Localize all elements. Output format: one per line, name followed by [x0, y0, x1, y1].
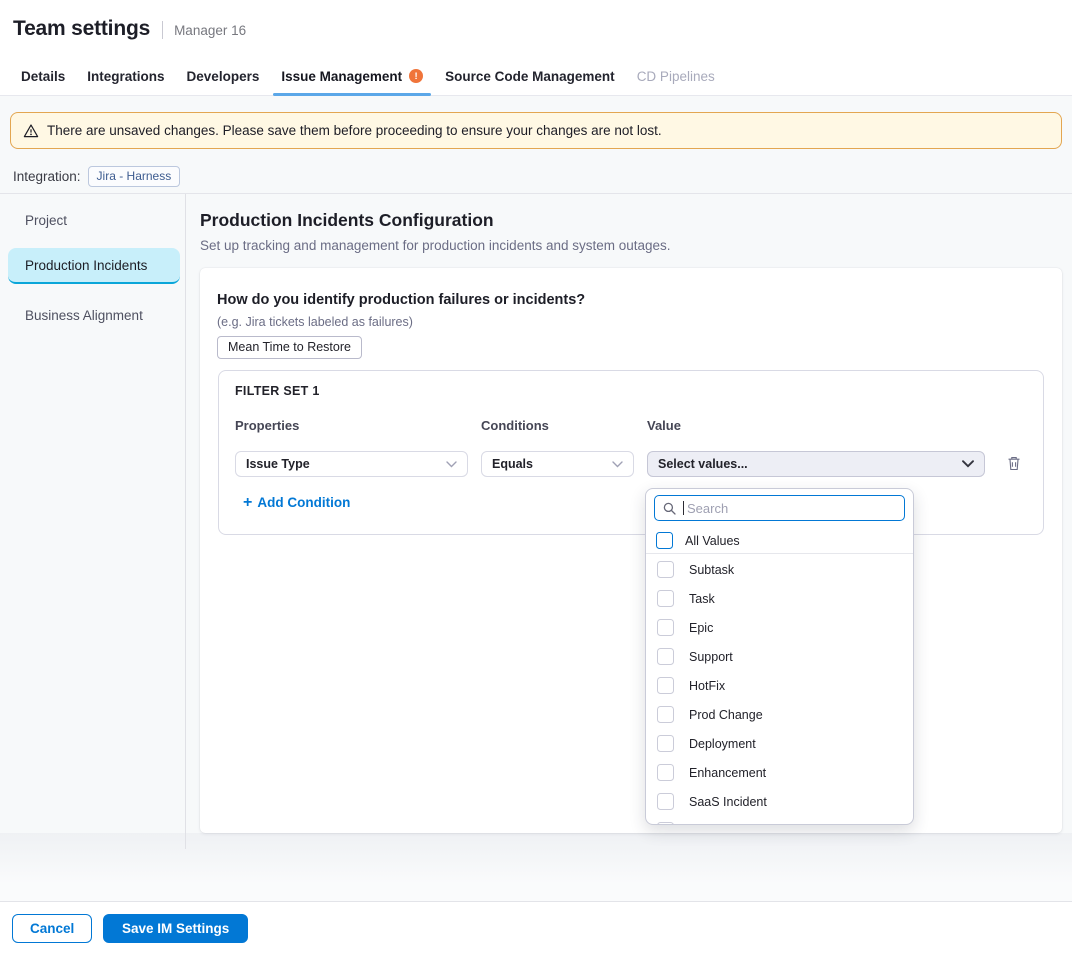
banner-message: There are unsaved changes. Please save t… [47, 123, 662, 138]
condition-select[interactable]: Equals [481, 451, 634, 477]
condition-select-value: Equals [492, 457, 533, 471]
option-label: Customer Notification [689, 824, 809, 826]
column-header-properties: Properties [235, 418, 299, 433]
sidebar-divider [185, 194, 186, 849]
section-divider [0, 193, 1072, 194]
page-title: Team settings [13, 17, 150, 41]
tab-label: CD Pipelines [637, 69, 715, 84]
question-heading: How do you identify production failures … [217, 292, 585, 308]
tab-cd-pipelines: CD Pipelines [629, 57, 723, 95]
option-enhancement[interactable]: Enhancement [646, 758, 913, 787]
chevron-down-icon [446, 461, 457, 468]
option-customer-notification[interactable]: Customer Notification [646, 816, 913, 825]
search-input[interactable]: Search [654, 495, 905, 521]
option-label: All Values [685, 534, 740, 548]
option-subtask[interactable]: Subtask [646, 555, 913, 584]
tab-issue-management[interactable]: Issue Management ! [273, 57, 431, 95]
checkbox-icon[interactable] [657, 561, 674, 578]
value-dropdown-popover: Search All Values Subtask Task Epic Supp… [645, 488, 914, 825]
checkbox-icon[interactable] [657, 590, 674, 607]
option-epic[interactable]: Epic [646, 613, 913, 642]
option-label: Prod Change [689, 708, 763, 722]
delete-filter-button[interactable] [1003, 452, 1025, 474]
checkbox-icon[interactable] [657, 619, 674, 636]
checkbox-icon[interactable] [656, 532, 673, 549]
bottom-scroll-shade [0, 833, 1072, 901]
text-cursor [683, 501, 684, 515]
page-header: Team settings Manager 16 [0, 0, 1072, 57]
column-header-value: Value [647, 418, 681, 433]
question-hint: (e.g. Jira tickets labeled as failures) [217, 315, 413, 329]
page-footer: Cancel Save IM Settings [0, 901, 1072, 956]
tab-details[interactable]: Details [13, 57, 73, 95]
filter-set-title: FILTER SET 1 [235, 384, 320, 398]
option-label: Epic [689, 621, 713, 635]
sidebar-item-business-alignment[interactable]: Business Alignment [8, 299, 180, 331]
tab-label: Details [21, 69, 65, 84]
property-select-value: Issue Type [246, 457, 310, 471]
option-label: HotFix [689, 679, 725, 693]
tab-source-code-management[interactable]: Source Code Management [437, 57, 623, 95]
option-label: Support [689, 650, 733, 664]
section-subtitle: Set up tracking and management for produ… [200, 238, 671, 253]
option-label: Subtask [689, 563, 734, 577]
option-all-values[interactable]: All Values [646, 526, 913, 555]
tab-label: Integrations [87, 69, 164, 84]
checkbox-icon[interactable] [657, 764, 674, 781]
option-deployment[interactable]: Deployment [646, 729, 913, 758]
option-label: Task [689, 592, 715, 606]
search-icon [663, 502, 676, 515]
title-divider [162, 21, 163, 39]
tab-integrations[interactable]: Integrations [79, 57, 172, 95]
save-im-settings-button[interactable]: Save IM Settings [103, 914, 248, 943]
option-label: SaaS Incident [689, 795, 767, 809]
checkbox-icon[interactable] [657, 706, 674, 723]
checkbox-icon[interactable] [657, 648, 674, 665]
metric-tag-mean-time-to-restore[interactable]: Mean Time to Restore [217, 336, 362, 359]
option-saas-incident[interactable]: SaaS Incident [646, 787, 913, 816]
integration-row: Integration: Jira - Harness [13, 165, 180, 187]
plus-icon: + [243, 496, 252, 509]
chevron-down-icon [612, 461, 623, 468]
dropdown-separator [646, 553, 913, 554]
tab-label: Source Code Management [445, 69, 615, 84]
options-list: Subtask Task Epic Support HotFix Prod Ch… [646, 555, 913, 825]
tab-developers[interactable]: Developers [179, 57, 268, 95]
cancel-button[interactable]: Cancel [12, 914, 92, 943]
property-select[interactable]: Issue Type [235, 451, 468, 477]
option-hotfix[interactable]: HotFix [646, 671, 913, 700]
column-header-conditions: Conditions [481, 418, 549, 433]
chevron-down-icon [962, 460, 974, 468]
team-settings-page: Team settings Manager 16 Details Integra… [0, 0, 1072, 956]
incidents-config-card: How do you identify production failures … [200, 268, 1062, 833]
checkbox-icon[interactable] [657, 735, 674, 752]
unsaved-alert-badge: ! [409, 69, 423, 83]
add-condition-link[interactable]: + Add Condition [243, 495, 350, 510]
settings-tabbar: Details Integrations Developers Issue Ma… [0, 57, 1072, 96]
checkbox-icon[interactable] [657, 677, 674, 694]
integration-chip[interactable]: Jira - Harness [88, 166, 181, 187]
filter-set-1: FILTER SET 1 Properties Conditions Value… [218, 370, 1044, 535]
trash-icon [1006, 455, 1022, 472]
section-title: Production Incidents Configuration [200, 210, 494, 231]
option-prod-change[interactable]: Prod Change [646, 700, 913, 729]
option-label: Enhancement [689, 766, 766, 780]
integration-label: Integration: [13, 169, 81, 184]
team-name: Manager 16 [174, 23, 246, 38]
value-multiselect[interactable]: Select values... [647, 451, 985, 477]
sidebar-item-project[interactable]: Project [8, 204, 180, 236]
add-condition-label: Add Condition [257, 495, 350, 510]
tab-label: Developers [187, 69, 260, 84]
value-select-placeholder: Select values... [658, 457, 748, 471]
warning-icon [23, 123, 39, 139]
checkbox-icon[interactable] [657, 822, 674, 825]
search-placeholder: Search [687, 501, 728, 516]
tab-label: Issue Management [281, 69, 402, 84]
checkbox-icon[interactable] [657, 793, 674, 810]
option-support[interactable]: Support [646, 642, 913, 671]
option-label: Deployment [689, 737, 756, 751]
option-task[interactable]: Task [646, 584, 913, 613]
unsaved-changes-banner: There are unsaved changes. Please save t… [10, 112, 1062, 149]
sidebar-item-production-incidents[interactable]: Production Incidents [8, 248, 180, 284]
